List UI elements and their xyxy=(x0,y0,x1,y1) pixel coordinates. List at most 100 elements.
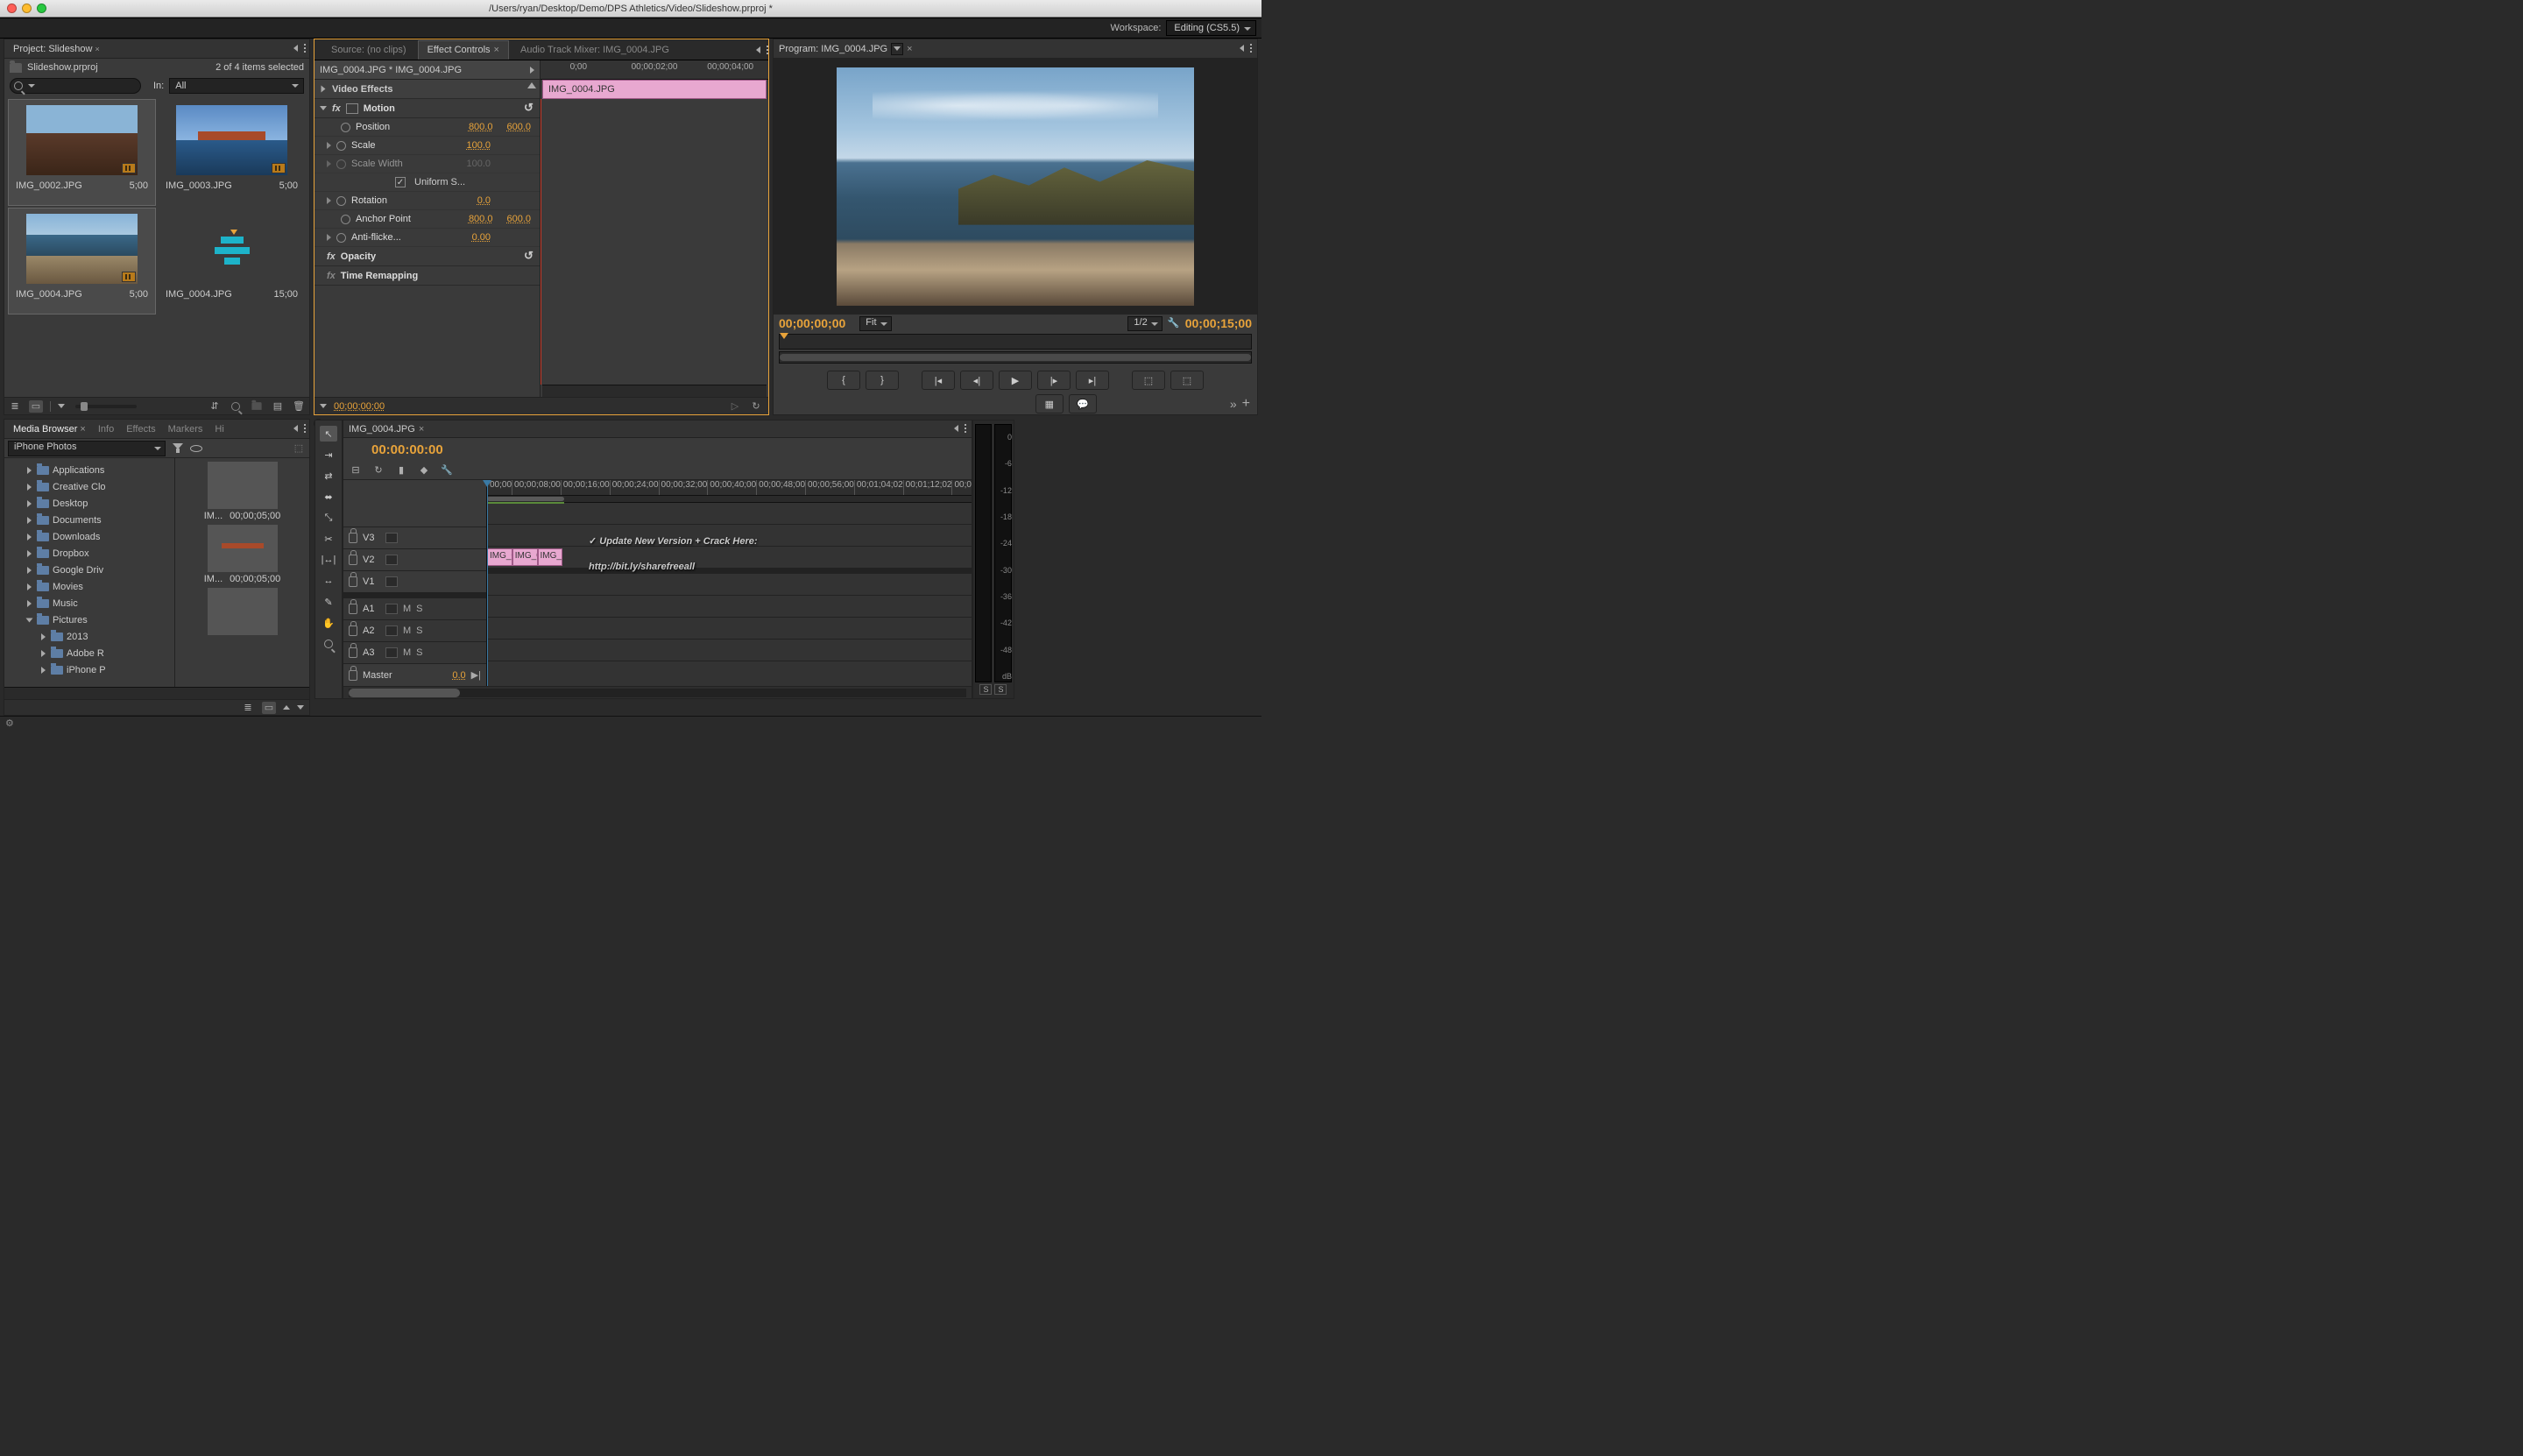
program-view[interactable] xyxy=(774,59,1257,315)
panel-menu-icon[interactable] xyxy=(293,424,306,435)
stopwatch-icon[interactable] xyxy=(336,141,346,151)
disclosure-icon[interactable] xyxy=(26,618,33,622)
program-tab[interactable]: Program: IMG_0004.JPG xyxy=(779,44,887,54)
add-marker-icon[interactable]: ◆ xyxy=(417,464,431,477)
stopwatch-icon[interactable] xyxy=(336,196,346,206)
anchor-x-value[interactable]: 800.0 xyxy=(469,214,493,224)
tree-folder[interactable]: Downloads xyxy=(4,528,174,545)
mb-tab[interactable]: Hi xyxy=(209,421,229,437)
solo-left-button[interactable]: S xyxy=(979,684,992,695)
v1-track[interactable]: IMG_000IMG_000IMG_000 xyxy=(487,547,972,569)
selection-tool-icon[interactable]: ↖ xyxy=(320,426,337,442)
media-thumbnails[interactable]: IM...00;00;05;00IM...00;00;05;00 xyxy=(175,458,309,687)
tree-folder[interactable]: 2013 xyxy=(4,628,174,645)
icon-view-icon[interactable]: ▭ xyxy=(29,400,43,413)
mark-in-button[interactable]: { xyxy=(827,371,860,390)
ec-play-icon[interactable]: ▷ xyxy=(728,400,742,413)
master-volume[interactable]: 0.0 xyxy=(452,670,465,681)
mb-tab[interactable]: Media Browser × xyxy=(8,421,91,437)
ec-clip-bar[interactable]: IMG_0004.JPG xyxy=(542,80,767,99)
status-gear-icon[interactable]: ⚙ xyxy=(5,717,16,728)
ec-timecode[interactable]: 00;00;00;00 xyxy=(334,401,385,412)
marker-icon[interactable]: ▮ xyxy=(394,464,408,477)
tracks-area[interactable]: 00;0000;00;08;0000;00;16;0000;00;24;0000… xyxy=(487,480,972,686)
drive-selector[interactable]: iPhone Photos xyxy=(8,441,166,456)
flicker-value[interactable]: 0.00 xyxy=(472,232,491,243)
stopwatch-icon[interactable] xyxy=(341,123,350,132)
track-toggle[interactable] xyxy=(385,555,398,565)
resolution-combo[interactable]: 1/2 xyxy=(1127,316,1162,331)
settings-icon[interactable]: 🔧 xyxy=(440,464,454,477)
audio-mixer-tab[interactable]: Audio Track Mixer: IMG_0004.JPG xyxy=(511,40,679,60)
panel-menu-icon[interactable] xyxy=(954,424,966,435)
ec-time-ruler[interactable]: 0;0000;00;02;0000;00;04;00 xyxy=(541,60,768,80)
lock-icon[interactable] xyxy=(349,533,357,543)
disclosure-icon[interactable] xyxy=(27,484,32,491)
sequence-timecode[interactable]: 00:00:00:00 xyxy=(371,442,443,457)
disclosure-icon[interactable] xyxy=(41,650,46,657)
audio-track-header[interactable]: A1MS xyxy=(343,598,486,620)
stopwatch-icon[interactable] xyxy=(336,233,346,243)
find-icon[interactable] xyxy=(229,400,243,413)
video-track-header[interactable]: V3 xyxy=(343,527,486,549)
track-toggle[interactable] xyxy=(385,604,398,614)
filter-icon[interactable] xyxy=(173,443,183,454)
workspace-selector[interactable]: Editing (CS5.5) xyxy=(1166,20,1256,36)
video-track-header[interactable]: V2 xyxy=(343,549,486,571)
track-select-tool-icon[interactable]: ⇥ xyxy=(320,447,337,463)
lock-icon[interactable] xyxy=(349,604,357,614)
folder-tree[interactable]: ApplicationsCreative CloDesktopDocuments… xyxy=(4,458,175,687)
rotation-value[interactable]: 0.0 xyxy=(477,195,491,206)
step-back-button[interactable]: ◂| xyxy=(960,371,993,390)
program-zoom-bar[interactable] xyxy=(779,351,1252,364)
tree-folder[interactable]: Dropbox xyxy=(4,545,174,562)
new-item-icon[interactable]: ▤ xyxy=(271,400,285,413)
tree-folder[interactable]: Applications xyxy=(4,462,174,478)
project-item[interactable]: IMG_0004.JPG5;00 xyxy=(8,208,156,315)
close-icon[interactable]: × xyxy=(907,44,912,54)
tree-folder[interactable]: Movies xyxy=(4,578,174,595)
track-toggle[interactable] xyxy=(385,626,398,636)
ec-loop-icon[interactable]: ↻ xyxy=(749,400,763,413)
audio-track-header[interactable]: A3MS xyxy=(343,642,486,664)
lock-icon[interactable] xyxy=(349,626,357,636)
disclosure-icon[interactable] xyxy=(27,467,32,474)
go-to-out-button[interactable]: ▸| xyxy=(1076,371,1109,390)
media-item[interactable]: IM...00;00;05;00 xyxy=(179,525,306,586)
uniform-scale-checkbox[interactable] xyxy=(395,177,406,187)
chevron-up-icon[interactable] xyxy=(527,82,536,88)
motion-effect[interactable]: Motion xyxy=(364,103,395,114)
disclosure-icon[interactable] xyxy=(41,633,46,640)
panel-menu-icon[interactable] xyxy=(1240,44,1252,54)
tree-folder[interactable]: Desktop xyxy=(4,495,174,512)
disclosure-icon[interactable] xyxy=(27,550,32,557)
scrollbar[interactable] xyxy=(4,688,309,699)
position-x-value[interactable]: 800.0 xyxy=(469,122,493,132)
slip-tool-icon[interactable]: |↔| xyxy=(320,552,337,568)
disclosure-icon[interactable] xyxy=(27,517,32,524)
track-toggle[interactable] xyxy=(385,533,398,543)
lock-icon[interactable] xyxy=(349,555,357,565)
mark-out-button[interactable]: } xyxy=(866,371,899,390)
preview-toggle-icon[interactable] xyxy=(190,445,202,452)
track-toggle[interactable] xyxy=(385,576,398,587)
tree-folder[interactable]: Google Driv xyxy=(4,562,174,578)
razor-tool-icon[interactable]: ✂ xyxy=(320,531,337,547)
time-remapping-effect[interactable]: Time Remapping xyxy=(341,271,418,281)
linked-selection-icon[interactable]: ↻ xyxy=(371,464,385,477)
sequence-tab[interactable]: IMG_0004.JPG xyxy=(349,424,415,435)
reset-icon[interactable] xyxy=(524,251,536,263)
opacity-effect[interactable]: Opacity xyxy=(341,251,376,262)
disclosure-icon[interactable] xyxy=(27,534,32,541)
anchor-y-value[interactable]: 600.0 xyxy=(506,214,531,224)
snap-icon[interactable]: ⊟ xyxy=(349,464,363,477)
hand-tool-icon[interactable]: ✋ xyxy=(320,615,337,631)
disclosure-icon[interactable] xyxy=(41,667,46,674)
project-item[interactable]: IMG_0002.JPG5;00 xyxy=(8,99,156,206)
tree-folder[interactable]: Creative Clo xyxy=(4,478,174,495)
stopwatch-icon[interactable] xyxy=(341,215,350,224)
project-item[interactable]: IMG_0003.JPG5;00 xyxy=(158,99,306,206)
lock-icon[interactable] xyxy=(349,576,357,587)
timeline-clip[interactable]: IMG_000 xyxy=(512,548,538,566)
new-bin-icon[interactable] xyxy=(250,400,264,413)
